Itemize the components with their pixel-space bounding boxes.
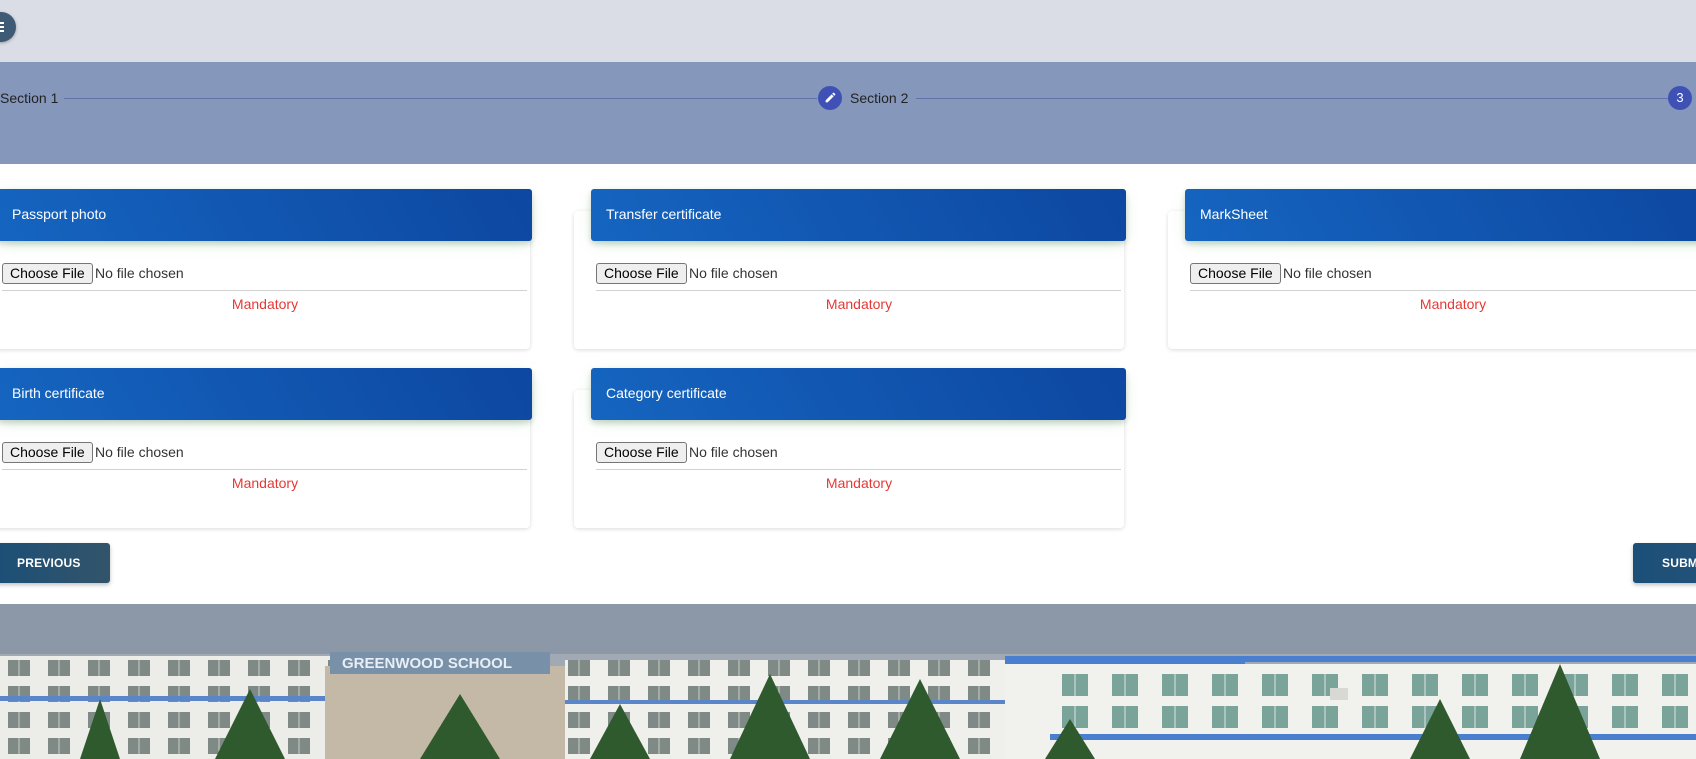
upload-card-marksheet: MarkSheet Choose File No file chosen Man…: [1168, 189, 1696, 349]
field-underline: [596, 290, 1121, 291]
campus-illustration: GREENWOOD SCHOOL: [0, 604, 1696, 759]
menu-icon[interactable]: [0, 12, 16, 42]
step-2-label[interactable]: Section 2: [850, 89, 908, 107]
step-2-indicator[interactable]: [818, 86, 842, 110]
card-title: Transfer certificate: [606, 206, 722, 222]
step-connector: [916, 98, 1668, 99]
field-underline: [1190, 290, 1696, 291]
stepper: [0, 62, 1696, 164]
previous-button[interactable]: PREVIOUS: [0, 543, 110, 583]
choose-file-button[interactable]: Choose File: [2, 442, 93, 463]
card-header: Birth certificate: [0, 368, 532, 420]
field-underline: [2, 469, 527, 470]
submit-button[interactable]: SUBMIT: [1633, 543, 1696, 583]
file-input-passport-photo[interactable]: Choose File No file chosen: [2, 263, 527, 284]
card-header: MarkSheet: [1185, 189, 1696, 241]
mandatory-note: Mandatory: [231, 475, 299, 491]
card-title: Category certificate: [606, 385, 727, 401]
mandatory-note: Mandatory: [231, 296, 299, 312]
card-header: Category certificate: [591, 368, 1126, 420]
field-underline: [2, 290, 527, 291]
mandatory-note: Mandatory: [1419, 296, 1487, 312]
file-input-birth-certificate[interactable]: Choose File No file chosen: [2, 442, 527, 463]
card-title: Passport photo: [12, 206, 107, 222]
choose-file-button[interactable]: Choose File: [1190, 263, 1281, 284]
file-input-category-certificate[interactable]: Choose File No file chosen: [596, 442, 1121, 463]
card-title: MarkSheet: [1200, 206, 1268, 222]
top-bar: [0, 0, 1696, 62]
upload-card-category-certificate: Category certificate Choose File No file…: [574, 368, 1126, 528]
choose-file-button[interactable]: Choose File: [2, 263, 93, 284]
card-header: Transfer certificate: [591, 189, 1126, 241]
file-input-marksheet[interactable]: Choose File No file chosen: [1190, 263, 1696, 284]
pencil-icon: [825, 92, 836, 103]
card-title: Birth certificate: [12, 385, 105, 401]
upload-card-passport-photo: Passport photo Choose File No file chose…: [0, 189, 532, 349]
field-underline: [596, 469, 1121, 470]
file-status: No file chosen: [1283, 265, 1372, 281]
school-campus-photo: GREENWOOD SCHOOL: [0, 604, 1696, 759]
upload-card-birth-certificate: Birth certificate Choose File No file ch…: [0, 368, 532, 528]
step-connector: [64, 98, 817, 99]
file-status: No file chosen: [95, 444, 184, 460]
step-3-indicator[interactable]: 3: [1668, 86, 1692, 110]
file-status: No file chosen: [689, 444, 778, 460]
upload-card-transfer-certificate: Transfer certificate Choose File No file…: [574, 189, 1126, 349]
mandatory-note: Mandatory: [825, 296, 893, 312]
school-sign: GREENWOOD SCHOOL: [342, 655, 512, 672]
file-status: No file chosen: [95, 265, 184, 281]
file-status: No file chosen: [689, 265, 778, 281]
file-input-transfer-certificate[interactable]: Choose File No file chosen: [596, 263, 1121, 284]
submit-button-label: SUBMIT: [1662, 556, 1696, 570]
card-header: Passport photo: [0, 189, 532, 241]
step-1-label[interactable]: Section 1: [0, 89, 58, 107]
choose-file-button[interactable]: Choose File: [596, 263, 687, 284]
mandatory-note: Mandatory: [825, 475, 893, 491]
previous-button-label: PREVIOUS: [17, 556, 81, 570]
choose-file-button[interactable]: Choose File: [596, 442, 687, 463]
